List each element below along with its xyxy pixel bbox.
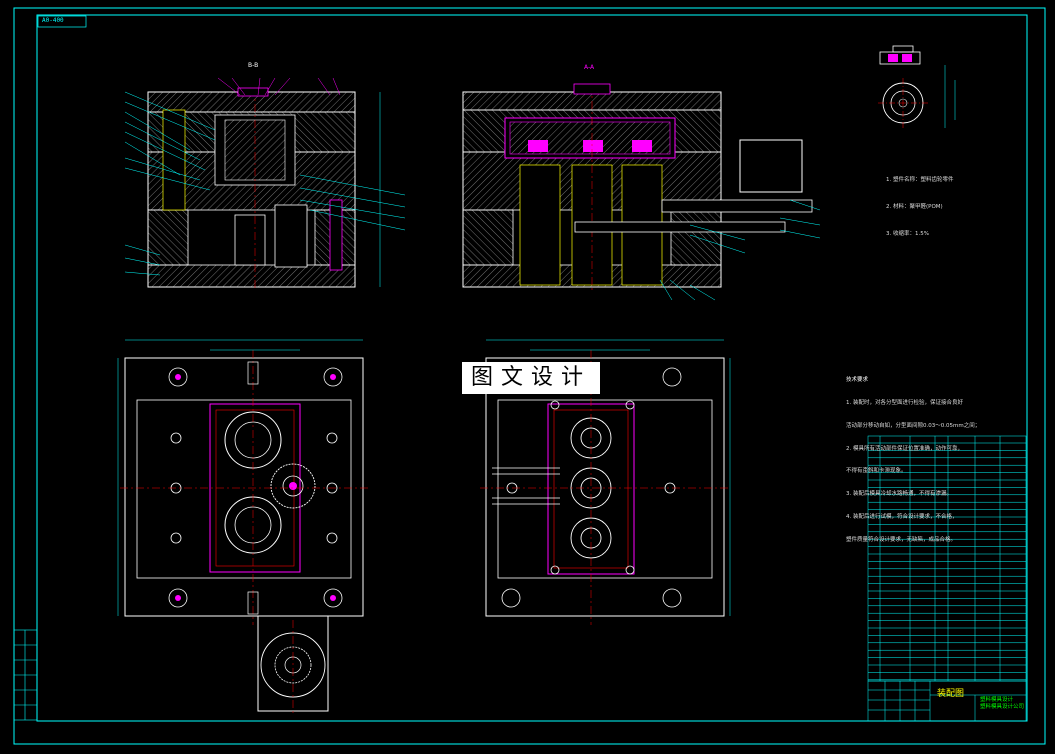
part-detail-view	[878, 45, 956, 128]
title-block-subtitle-2: 塑料模具设计公司	[980, 704, 1025, 710]
title-block-subtitle: 塑料模具设计 塑料模具设计公司	[980, 697, 1024, 711]
part-spec-line-3: 3. 收缩率：1.5%	[886, 231, 929, 237]
tech-line-2: 活动部分移动自如，分型面间隙0.03～0.05mm之间；	[846, 422, 981, 429]
tech-line-1: 1. 装配时，对各分型面进行检验，保证接合良好	[846, 399, 963, 406]
tech-line-3: 2. 模具所有活动部件保证位置准确，动作可靠，	[846, 445, 963, 452]
section-view-a-a	[462, 83, 821, 301]
left-revision-strip	[13, 629, 38, 721]
tech-requirements-title: 技术要求	[846, 377, 869, 384]
section-label-b-b: B-B	[248, 62, 259, 69]
tech-line-7: 塑件质量符合设计要求，无缺陷，成品合格。	[846, 536, 957, 543]
watermark-stamp: 图文设计	[462, 362, 600, 394]
part-spec-line-2: 2. 材料：聚甲醛(POM)	[886, 204, 943, 210]
title-block-drawing-name: 装配图	[937, 689, 965, 699]
tech-line-5: 3. 装配后模具冷却水路畅通，不得有渗漏。	[846, 491, 952, 498]
part-spec-line-1: 1. 塑件名称：塑料齿轮零件	[886, 177, 954, 183]
motor-body	[739, 139, 803, 193]
sheet-id-label: A0-400	[42, 17, 64, 24]
title-block-subtitle-1: 塑料模具设计	[980, 697, 1014, 703]
tech-line-6: 4. 装配后进行试模，符合设计要求，不合格，	[846, 513, 958, 520]
tech-line-4: 不得有歪斜和卡滞现象。	[846, 468, 907, 475]
part-spec-notes: 1. 塑件名称：塑料齿轮零件 2. 材料：聚甲醛(POM) 3. 收缩率：1.5…	[886, 158, 954, 248]
technical-requirements: 技术要求 1. 装配时，对各分型面进行检验，保证接合良好 活动部分移动自如，分型…	[846, 362, 1026, 552]
plan-view-moving-half	[117, 339, 370, 715]
section-label-a-a: A-A	[584, 64, 595, 71]
section-view-b-b	[124, 77, 406, 290]
